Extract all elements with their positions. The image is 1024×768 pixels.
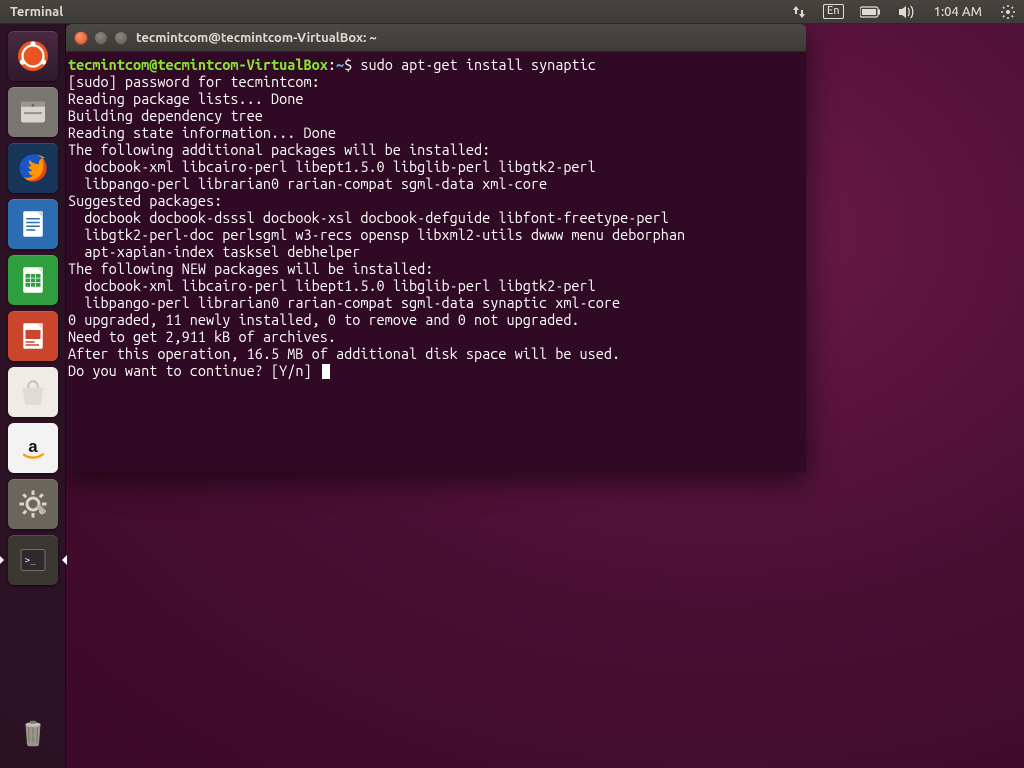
system-settings-icon xyxy=(15,486,51,522)
prompt-dollar: $ xyxy=(344,56,360,73)
trash-icon xyxy=(15,714,51,750)
network-updown-icon xyxy=(791,4,807,20)
battery-icon xyxy=(860,6,882,18)
prompt-user: tecmintcom@tecmintcom-VirtualBox xyxy=(68,56,328,73)
network-indicator[interactable] xyxy=(783,0,815,23)
ubuntu-software-icon xyxy=(15,374,51,410)
window-minimize-button[interactable] xyxy=(94,31,108,45)
window-maximize-button[interactable] xyxy=(114,31,128,45)
dash-icon xyxy=(15,38,51,74)
svg-text:a: a xyxy=(28,438,38,456)
window-close-button[interactable] xyxy=(74,31,88,45)
sound-indicator[interactable] xyxy=(890,0,924,23)
launcher-software[interactable] xyxy=(7,366,59,418)
launcher: a >_ xyxy=(0,24,66,768)
launcher-settings[interactable] xyxy=(7,478,59,530)
libreoffice-writer-icon xyxy=(15,206,51,242)
session-indicator[interactable] xyxy=(992,0,1024,23)
launcher-dash[interactable] xyxy=(7,30,59,82)
volume-icon xyxy=(898,5,916,19)
amazon-icon: a xyxy=(15,430,51,466)
window-titlebar[interactable]: tecmintcom@tecmintcom-VirtualBox: ~ xyxy=(66,24,806,52)
terminal-cursor xyxy=(322,364,330,379)
terminal-command: sudo apt-get install synaptic xyxy=(360,56,595,73)
terminal-output: [sudo] password for tecmintcom: Reading … xyxy=(68,73,685,379)
terminal-body[interactable]: tecmintcom@tecmintcom-VirtualBox:~$ sudo… xyxy=(66,52,806,472)
launcher-amazon[interactable]: a xyxy=(7,422,59,474)
launcher-files[interactable] xyxy=(7,86,59,138)
gear-icon xyxy=(1000,4,1016,20)
firefox-icon xyxy=(15,150,51,186)
top-panel: Terminal En 1:04 AM xyxy=(0,0,1024,24)
launcher-firefox[interactable] xyxy=(7,142,59,194)
launcher-trash[interactable] xyxy=(7,706,59,758)
keyboard-indicator[interactable]: En xyxy=(815,0,852,23)
launcher-terminal[interactable]: >_ xyxy=(7,534,59,586)
libreoffice-impress-icon xyxy=(15,318,51,354)
clock-indicator[interactable]: 1:04 AM xyxy=(924,0,992,23)
keyboard-layout-badge: En xyxy=(823,4,844,19)
prompt-sep: : xyxy=(328,56,336,73)
battery-indicator[interactable] xyxy=(852,0,890,23)
svg-text:>_: >_ xyxy=(24,556,35,566)
launcher-writer[interactable] xyxy=(7,198,59,250)
active-app-menu[interactable]: Terminal xyxy=(0,5,63,19)
window-title: tecmintcom@tecmintcom-VirtualBox: ~ xyxy=(136,31,377,45)
terminal-icon: >_ xyxy=(15,542,51,578)
files-icon xyxy=(15,94,51,130)
terminal-window: tecmintcom@tecmintcom-VirtualBox: ~ tecm… xyxy=(66,24,806,472)
launcher-calc[interactable] xyxy=(7,254,59,306)
launcher-impress[interactable] xyxy=(7,310,59,362)
prompt-path: ~ xyxy=(336,56,344,73)
libreoffice-calc-icon xyxy=(15,262,51,298)
